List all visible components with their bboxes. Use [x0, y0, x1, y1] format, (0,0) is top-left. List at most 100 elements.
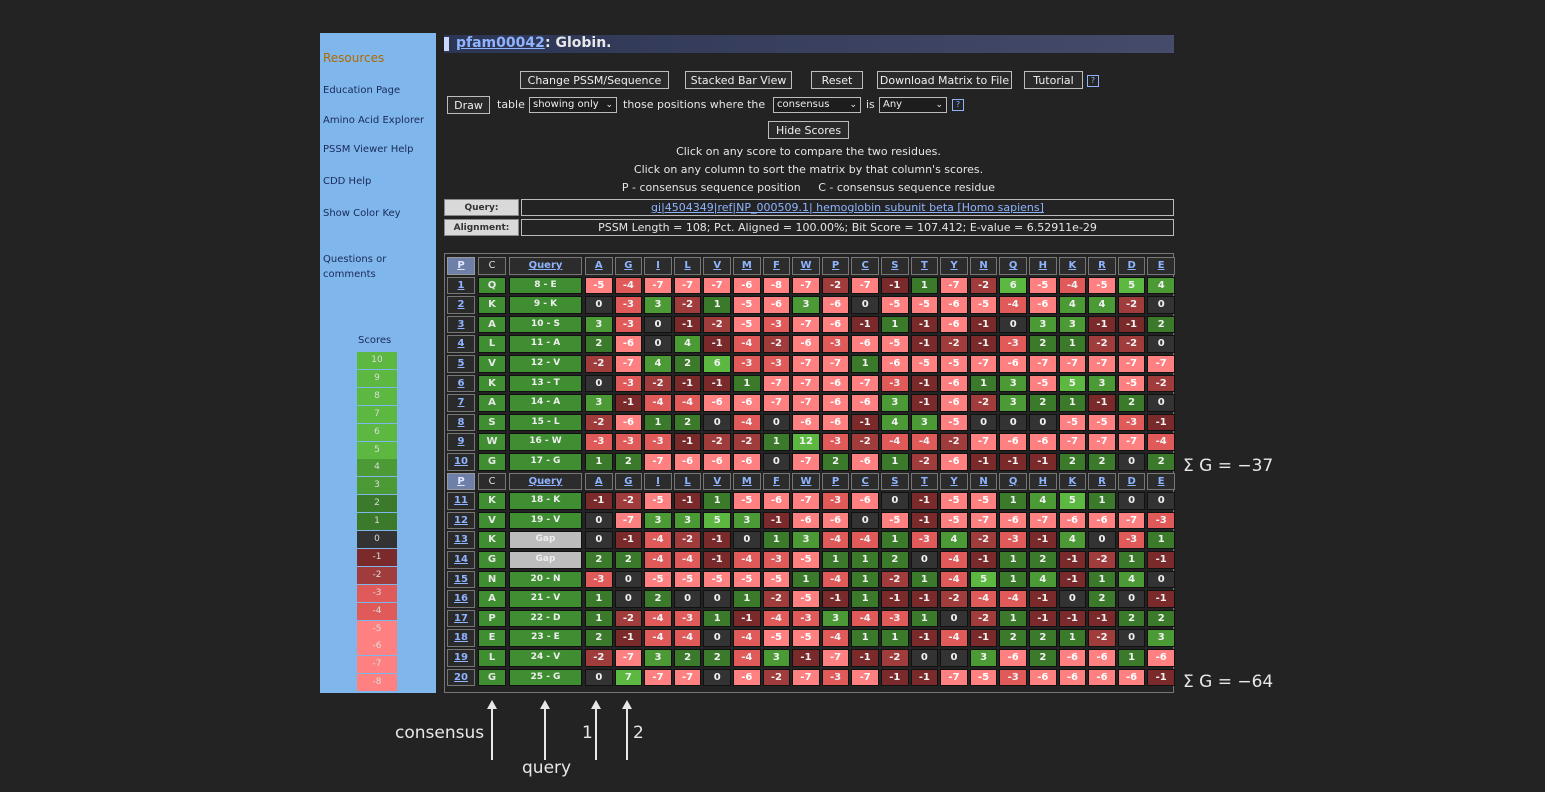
score-cell[interactable]: -7 [644, 453, 672, 471]
score-cell[interactable]: 1 [762, 433, 791, 451]
score-cell[interactable]: -6 [614, 335, 643, 353]
score-cell[interactable]: 0 [940, 649, 968, 667]
score-cell[interactable]: 1 [733, 590, 761, 608]
column-header-g[interactable]: G [614, 472, 643, 491]
score-cell[interactable]: -4 [673, 629, 702, 647]
score-cell[interactable]: -2 [910, 453, 939, 471]
score-cell[interactable]: -2 [1088, 629, 1116, 647]
score-cell[interactable]: -2 [614, 492, 643, 510]
score-cell[interactable]: -5 [644, 492, 672, 510]
score-cell[interactable]: 1 [1058, 629, 1087, 647]
score-cell[interactable]: 1 [733, 374, 761, 393]
score-cell[interactable]: -7 [614, 649, 643, 667]
score-cell[interactable]: -3 [614, 374, 643, 393]
score-cell[interactable]: -7 [1029, 511, 1057, 530]
score-cell[interactable]: 4 [940, 531, 968, 549]
column-header-l[interactable]: L [673, 472, 702, 491]
score-cell[interactable]: 2 [1117, 394, 1146, 412]
score-cell[interactable]: 0 [703, 668, 731, 687]
score-cell[interactable]: -7 [821, 649, 850, 667]
score-cell[interactable]: -6 [733, 394, 761, 412]
column-header-k[interactable]: K [1058, 257, 1087, 275]
score-cell[interactable]: 0 [703, 629, 731, 647]
accession-link[interactable]: pfam00042 [456, 35, 545, 51]
score-cell[interactable]: 0 [999, 413, 1027, 432]
column-header-c[interactable]: C [851, 472, 879, 491]
score-cell[interactable]: -6 [940, 453, 968, 471]
score-cell[interactable]: -6 [999, 433, 1027, 451]
position-link[interactable]: 6 [447, 374, 475, 393]
score-cell[interactable]: -7 [792, 315, 820, 334]
score-cell[interactable]: -2 [940, 433, 968, 451]
score-cell[interactable]: -5 [792, 590, 820, 608]
score-cell[interactable]: -7 [673, 276, 702, 295]
score-cell[interactable]: -2 [969, 394, 998, 412]
tutorial-help-icon[interactable]: ? [1087, 75, 1099, 87]
score-cell[interactable]: -1 [673, 492, 702, 510]
score-cell[interactable]: -1 [673, 433, 702, 451]
score-cell[interactable]: -6 [851, 394, 879, 412]
score-cell[interactable]: 1 [910, 570, 939, 589]
score-cell[interactable]: -7 [1147, 355, 1175, 373]
score-cell[interactable]: -7 [1088, 355, 1116, 373]
score-cell[interactable]: -4 [644, 609, 672, 628]
score-cell[interactable]: 1 [910, 609, 939, 628]
score-cell[interactable]: -1 [969, 315, 998, 334]
score-cell[interactable]: -6 [821, 296, 850, 314]
score-cell[interactable]: -3 [762, 355, 791, 373]
score-cell[interactable]: -1 [792, 649, 820, 667]
score-cell[interactable]: -1 [910, 492, 939, 510]
score-cell[interactable]: -4 [644, 629, 672, 647]
score-cell[interactable]: -1 [851, 315, 879, 334]
score-cell[interactable]: -1 [910, 590, 939, 608]
score-cell[interactable]: -1 [703, 531, 731, 549]
score-cell[interactable]: -6 [792, 511, 820, 530]
score-cell[interactable]: -3 [881, 374, 909, 393]
score-cell[interactable]: -7 [1117, 433, 1146, 451]
score-cell[interactable]: 2 [881, 551, 909, 569]
score-cell[interactable]: 2 [1029, 394, 1057, 412]
score-cell[interactable]: -3 [821, 492, 850, 510]
score-cell[interactable]: -4 [851, 531, 879, 549]
position-link[interactable]: 1 [447, 276, 475, 295]
score-cell[interactable]: -2 [762, 668, 791, 687]
score-cell[interactable]: 0 [585, 668, 613, 687]
score-cell[interactable]: 1 [703, 492, 731, 510]
score-cell[interactable]: 2 [585, 335, 613, 353]
score-cell[interactable]: 1 [1117, 551, 1146, 569]
nav-amino-acid-explorer[interactable]: Amino Acid Explorer [323, 115, 424, 126]
score-cell[interactable]: 4 [881, 413, 909, 432]
hide-scores-button[interactable]: Hide Scores [768, 121, 849, 139]
score-cell[interactable]: 2 [1029, 649, 1057, 667]
score-cell[interactable]: -5 [733, 296, 761, 314]
score-cell[interactable]: 5 [1117, 276, 1146, 295]
column-header-l[interactable]: L [673, 257, 702, 275]
score-cell[interactable]: 5 [1058, 492, 1087, 510]
score-cell[interactable]: 3 [1029, 315, 1057, 334]
position-link[interactable]: 7 [447, 394, 475, 412]
score-cell[interactable]: 6 [703, 355, 731, 373]
column-header-d[interactable]: D [1117, 472, 1146, 491]
score-cell[interactable]: -2 [1088, 335, 1116, 353]
score-cell[interactable]: -6 [851, 335, 879, 353]
score-cell[interactable]: -6 [851, 492, 879, 510]
score-cell[interactable]: 5 [703, 511, 731, 530]
column-header-w[interactable]: W [792, 472, 820, 491]
score-cell[interactable]: -3 [585, 570, 613, 589]
position-link[interactable]: 17 [447, 609, 475, 628]
score-cell[interactable]: -3 [910, 531, 939, 549]
score-cell[interactable]: 0 [585, 511, 613, 530]
score-cell[interactable]: 0 [644, 335, 672, 353]
score-cell[interactable]: -1 [881, 668, 909, 687]
score-cell[interactable]: -4 [644, 531, 672, 549]
score-cell[interactable]: -7 [792, 374, 820, 393]
score-cell[interactable]: -7 [792, 668, 820, 687]
score-cell[interactable]: -7 [1058, 355, 1087, 373]
score-cell[interactable]: -4 [940, 551, 968, 569]
score-cell[interactable]: -1 [910, 629, 939, 647]
score-cell[interactable]: -5 [940, 492, 968, 510]
column-header-p[interactable]: P [447, 472, 475, 491]
score-cell[interactable]: -7 [1117, 355, 1146, 373]
score-cell[interactable]: -2 [614, 609, 643, 628]
score-cell[interactable]: 0 [703, 590, 731, 608]
